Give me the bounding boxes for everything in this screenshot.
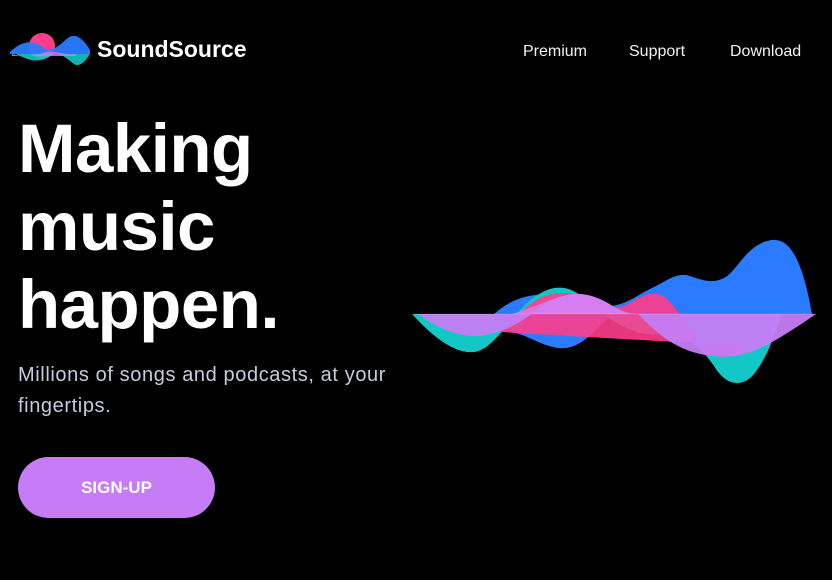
headline-line: happen. [18,266,280,343]
headline-line: music [18,188,215,265]
main-nav: Premium Support Download [0,43,832,63]
hero-headline: Making music happen. [18,110,280,344]
nav-link-premium[interactable]: Premium [523,43,587,61]
hero-subtitle: Millions of songs and podcasts, at your … [18,364,387,417]
headline-line: Making [18,110,253,187]
signup-button[interactable]: SIGN-UP [18,457,215,518]
nav-link-download[interactable]: Download [730,43,801,61]
sound-wave-illustration [412,239,816,384]
nav-link-support[interactable]: Support [629,43,685,61]
